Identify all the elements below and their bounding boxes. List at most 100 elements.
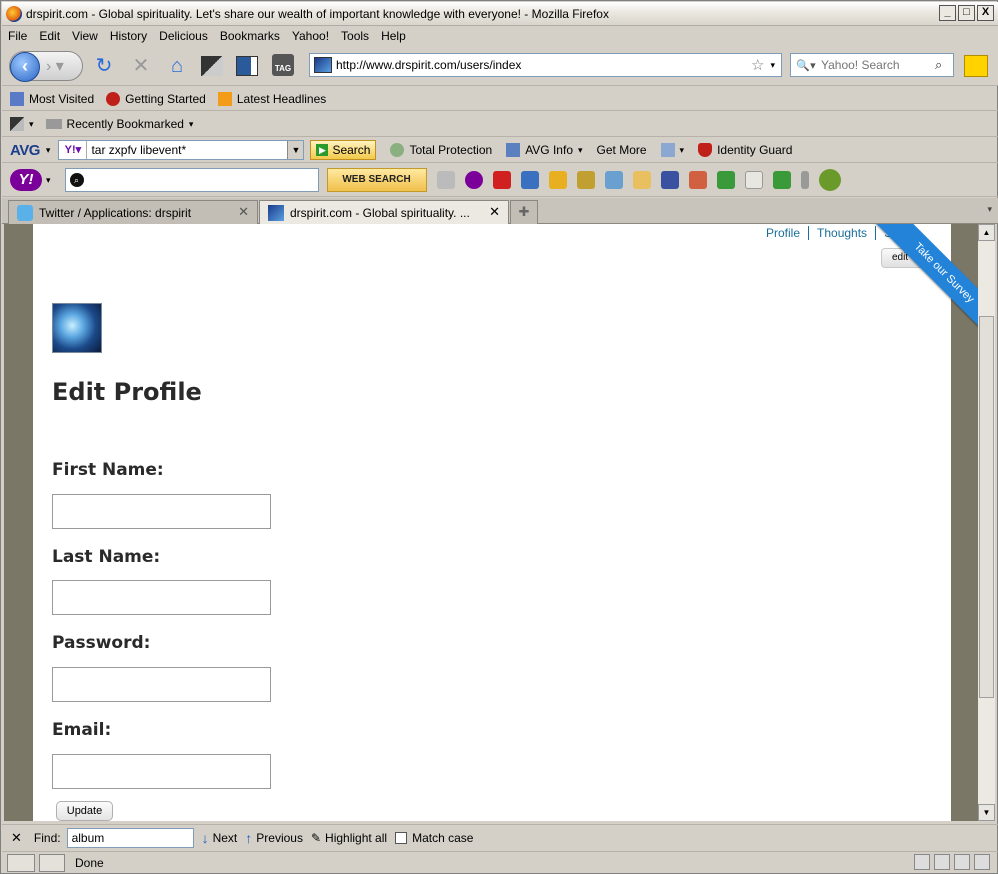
bookmark-latest-headlines[interactable]: Latest Headlines	[217, 91, 326, 106]
minimize-button[interactable]: _	[939, 5, 956, 21]
messenger-icon[interactable]	[604, 171, 623, 189]
bookmark-star-icon[interactable]: ☆	[751, 56, 764, 74]
add-icon[interactable]	[772, 171, 791, 189]
menu-file[interactable]: File	[2, 29, 33, 43]
yahoo-toolbar: Y! ▾ ⌕ WEB SEARCH	[2, 164, 998, 197]
mail-icon[interactable]	[954, 854, 970, 870]
forward-button[interactable]: › ▾	[46, 56, 64, 76]
avg-info[interactable]: AVG Info ▾	[506, 143, 583, 157]
menu-history[interactable]: History	[104, 29, 153, 43]
menu-tools[interactable]: Tools	[335, 29, 375, 43]
menu-help[interactable]: Help	[375, 29, 412, 43]
bookmark-getting-started[interactable]: Getting Started	[106, 91, 206, 106]
survey-ribbon[interactable]: Take our Survey	[874, 224, 978, 334]
password-field[interactable]	[52, 667, 271, 702]
home-icon[interactable]: ⌂	[165, 54, 189, 78]
mail-icon[interactable]	[520, 171, 539, 189]
avg-recycle[interactable]: ▾	[660, 143, 684, 157]
profile-link[interactable]: Profile	[758, 226, 810, 240]
bookmark-most-visited[interactable]: Most Visited	[10, 91, 94, 106]
settings-gear-icon[interactable]	[818, 169, 841, 191]
avatar	[52, 303, 102, 353]
recently-bookmarked-button[interactable]: Recently Bookmarked ▾	[45, 117, 194, 131]
sports-icon[interactable]	[688, 171, 707, 189]
yahoo-logo[interactable]: Y!	[10, 169, 42, 191]
chevron-down-icon[interactable]: ▾	[46, 145, 51, 156]
match-case-checkbox[interactable]: Match case	[395, 831, 473, 845]
back-button[interactable]: ‹	[10, 52, 40, 82]
notepad-icon[interactable]	[548, 171, 567, 189]
notes-icon[interactable]	[632, 171, 651, 189]
close-button[interactable]: X	[977, 5, 994, 21]
avg-logo[interactable]: AVG	[10, 142, 40, 159]
search-go-icon[interactable]: ⌕	[935, 57, 953, 73]
find-next-button[interactable]: ↓ Next	[202, 830, 238, 846]
avg-get-more[interactable]: Get More	[597, 143, 647, 157]
tab-drspirit[interactable]: drspirit.com - Global spirituality. ... …	[259, 200, 509, 225]
avg-identity-guard[interactable]: Identity Guard	[698, 143, 792, 157]
url-dropdown-icon[interactable]: ▾	[770, 60, 775, 71]
list-all-tabs-icon[interactable]: ▾	[987, 204, 992, 215]
find-previous-button[interactable]: ↑ Previous	[245, 830, 303, 846]
menu-view[interactable]: View	[66, 29, 104, 43]
yahoo-y-icon[interactable]	[492, 171, 511, 189]
maximize-button[interactable]: □	[958, 5, 975, 21]
find-input[interactable]	[66, 827, 194, 848]
menu-bookmarks[interactable]: Bookmarks	[214, 29, 286, 43]
stop-icon[interactable]: ✕	[129, 54, 153, 78]
first-name-field[interactable]	[52, 494, 271, 529]
avg-search-combo[interactable]: Y!▾ tar zxpfv libevent* ▼	[58, 140, 305, 160]
update-button[interactable]: Update	[56, 801, 113, 821]
web-search-button[interactable]: WEB SEARCH	[326, 168, 427, 192]
avg-search-query[interactable]: tar zxpfv libevent*	[87, 143, 287, 157]
my-yahoo-icon[interactable]	[464, 171, 483, 189]
games-icon[interactable]	[576, 171, 595, 189]
avg-total-protection[interactable]: Total Protection	[390, 143, 492, 157]
calendar-icon[interactable]	[716, 171, 735, 189]
avg-search-button[interactable]: ▶ Search	[310, 140, 377, 160]
reload-icon[interactable]: ↻	[92, 54, 116, 78]
tab-close-icon[interactable]: ✕	[489, 204, 500, 220]
search-engine-icon[interactable]: 🔍▾	[791, 59, 821, 72]
pencil-icon[interactable]	[436, 171, 455, 189]
menu-delicious[interactable]: Delicious	[153, 29, 214, 43]
grid-icon[interactable]	[914, 854, 930, 870]
snowflake-icon[interactable]	[934, 854, 950, 870]
chevron-down-icon: ▾	[188, 118, 194, 129]
tab-close-icon[interactable]: ✕	[238, 204, 249, 220]
chevron-left-icon[interactable]	[800, 171, 809, 189]
address-bar[interactable]: http://www.drspirit.com/users/index ☆ ▾	[309, 53, 782, 77]
more-icon[interactable]	[744, 171, 763, 189]
first-name-label: First Name:	[52, 460, 164, 480]
favorites-icon[interactable]	[660, 171, 679, 189]
vertical-scrollbar[interactable]: ▲ ▼	[978, 224, 995, 821]
checkbox-box[interactable]	[395, 831, 408, 844]
search-input[interactable]	[821, 58, 935, 72]
chevron-down-icon[interactable]: ▼	[287, 141, 304, 159]
scroll-up-icon[interactable]: ▲	[978, 224, 995, 241]
email-field[interactable]	[52, 754, 271, 789]
scroll-down-icon[interactable]: ▼	[978, 804, 995, 821]
firebug-icon[interactable]	[974, 854, 990, 870]
yahoo-search-input[interactable]	[87, 172, 318, 188]
tab-twitter[interactable]: Twitter / Applications: drspirit ✕	[8, 200, 258, 224]
menu-edit[interactable]: Edit	[33, 29, 66, 43]
delicious-bookmarks-icon[interactable]	[236, 54, 260, 78]
menu-yahoo[interactable]: Yahoo!	[286, 29, 335, 43]
delicious-menu-button[interactable]: ▾	[10, 117, 34, 131]
scrollbar-thumb[interactable]	[979, 316, 994, 698]
find-close-icon[interactable]: ✕	[11, 830, 22, 846]
yahoo-engine-icon[interactable]: Y!▾	[59, 141, 88, 159]
chevron-down-icon[interactable]: ▾	[46, 175, 51, 186]
last-name-field[interactable]	[52, 580, 271, 615]
yahoo-search-box[interactable]: ⌕	[64, 168, 319, 192]
alert-icon[interactable]	[964, 55, 988, 77]
screengrab-status-icon[interactable]	[7, 853, 35, 872]
screengrab-icon[interactable]	[201, 54, 225, 78]
tag-icon[interactable]: TAG	[272, 54, 296, 78]
page-info-icon[interactable]	[39, 853, 65, 872]
highlight-all-button[interactable]: ✎ Highlight all	[311, 831, 387, 845]
search-box[interactable]: 🔍▾ ⌕	[790, 53, 954, 77]
url-text[interactable]: http://www.drspirit.com/users/index	[336, 58, 751, 72]
new-tab-button[interactable]: ✚	[510, 200, 538, 224]
